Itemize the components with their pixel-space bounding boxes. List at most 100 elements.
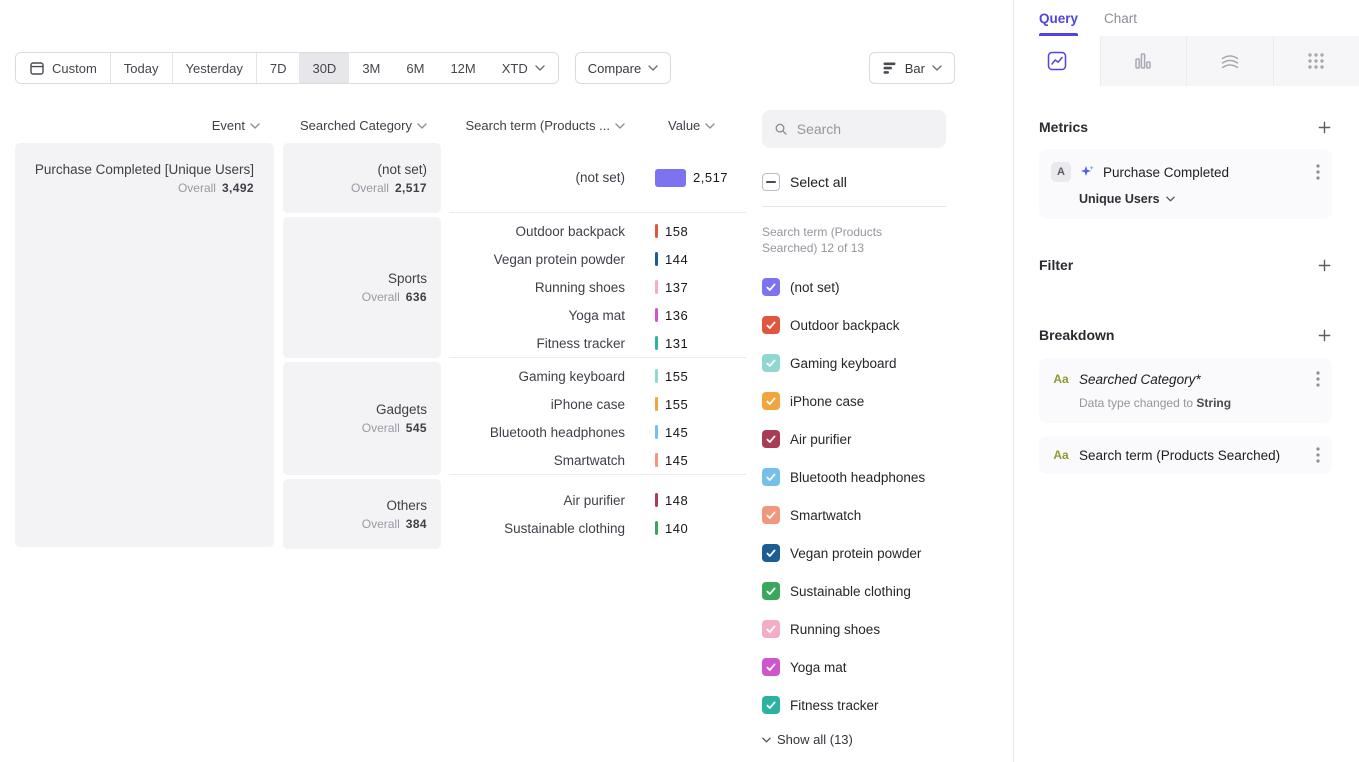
value-bar: [655, 369, 658, 383]
range-3m-button[interactable]: 3M: [349, 53, 393, 83]
chart-type-button[interactable]: Bar: [869, 52, 955, 84]
view-tab-line-chart[interactable]: [1014, 36, 1100, 86]
term-rows: (not set)2,517: [449, 143, 746, 213]
select-all-checkbox[interactable]: [762, 173, 780, 191]
series-checkbox[interactable]: [762, 658, 780, 676]
bar-area: 2,517: [640, 169, 746, 187]
tab-query[interactable]: Query: [1039, 0, 1078, 36]
category-cell[interactable]: (not set)Overall2,517: [283, 143, 441, 213]
value-label: 155: [665, 369, 688, 384]
term-row[interactable]: Running shoes137: [449, 273, 746, 301]
breakdown-card[interactable]: AaSearched Category*Data type changed to…: [1039, 358, 1332, 423]
series-filter-item[interactable]: Outdoor backpack: [762, 306, 1013, 344]
column-header-term[interactable]: Search term (Products ...: [449, 118, 640, 133]
series-filter-item[interactable]: Bluetooth headphones: [762, 458, 1013, 496]
tab-chart[interactable]: Chart: [1104, 0, 1137, 36]
series-filter-item[interactable]: Gaming keyboard: [762, 344, 1013, 382]
term-row[interactable]: Yoga mat136: [449, 301, 746, 329]
range-today-button[interactable]: Today: [111, 53, 173, 83]
indeterminate-dash-icon: [766, 181, 776, 183]
metric-card[interactable]: A Purchase Completed Unique Users: [1039, 149, 1332, 219]
check-icon: [765, 319, 777, 331]
category-cell[interactable]: GadgetsOverall545: [283, 362, 441, 475]
term-row[interactable]: iPhone case155: [449, 390, 746, 418]
series-filter-item[interactable]: iPhone case: [762, 382, 1013, 420]
custom-range-button[interactable]: Custom: [16, 53, 111, 83]
value-bar: [655, 169, 686, 187]
value-label: 148: [665, 493, 688, 508]
series-checkbox[interactable]: [762, 696, 780, 714]
term-row[interactable]: Sustainable clothing140: [449, 514, 746, 542]
event-cell[interactable]: Purchase Completed [Unique Users] Overal…: [15, 143, 274, 547]
term-row[interactable]: Vegan protein powder144: [449, 245, 746, 273]
bar-area: 148: [640, 493, 746, 508]
bar-area: 144: [640, 252, 746, 267]
term-row[interactable]: Gaming keyboard155: [449, 362, 746, 390]
add-breakdown-button[interactable]: [1317, 328, 1332, 343]
series-checkbox[interactable]: [762, 392, 780, 410]
series-filter-item[interactable]: Sustainable clothing: [762, 572, 1013, 610]
search-input[interactable]: [797, 121, 934, 137]
series-checkbox[interactable]: [762, 506, 780, 524]
category-cell[interactable]: OthersOverall384: [283, 479, 441, 549]
show-all-button[interactable]: Show all (13): [762, 732, 1013, 747]
column-header-event[interactable]: Event: [15, 118, 274, 133]
compare-button[interactable]: Compare: [575, 52, 671, 84]
series-filter-item[interactable]: Yoga mat: [762, 648, 1013, 686]
range-7d-button[interactable]: 7D: [257, 53, 300, 83]
series-checkbox[interactable]: [762, 582, 780, 600]
range-30d-button[interactable]: 30D: [299, 53, 349, 83]
series-filter-item[interactable]: Fitness tracker: [762, 686, 1013, 724]
series-checkbox[interactable]: [762, 278, 780, 296]
range-12m-button[interactable]: 12M: [437, 53, 488, 83]
add-filter-button[interactable]: [1317, 258, 1332, 273]
view-tab-bar-chart[interactable]: [1100, 36, 1187, 86]
kebab-menu-icon[interactable]: [1316, 371, 1320, 387]
term-row[interactable]: Fitness tracker131: [449, 329, 746, 357]
term-row[interactable]: Bluetooth headphones145: [449, 418, 746, 446]
series-checkbox[interactable]: [762, 430, 780, 448]
range-xtd-button[interactable]: XTD: [489, 53, 558, 83]
term-row[interactable]: Air purifier148: [449, 486, 746, 514]
view-tab-stacked-chart[interactable]: [1186, 36, 1273, 86]
column-header-category[interactable]: Searched Category: [283, 118, 441, 133]
aggregation-selector[interactable]: Unique Users: [1079, 192, 1320, 206]
series-checkbox[interactable]: [762, 316, 780, 334]
overall-value: 2,517: [395, 181, 427, 195]
term-row[interactable]: Outdoor backpack158: [449, 217, 746, 245]
term-rows: Air purifier148Sustainable clothing140: [449, 479, 746, 549]
event-name: Purchase Completed [Unique Users]: [35, 162, 254, 177]
value-bar: [655, 493, 658, 507]
series-filter-item[interactable]: (not set): [762, 268, 1013, 306]
overall-value: 384: [406, 517, 427, 531]
range-yesterday-button[interactable]: Yesterday: [173, 53, 257, 83]
series-checkbox[interactable]: [762, 468, 780, 486]
chevron-down-icon: [762, 737, 771, 743]
select-all[interactable]: Select all: [762, 173, 1013, 191]
category-cell[interactable]: SportsOverall636: [283, 217, 441, 358]
value-bar: [655, 280, 658, 294]
query-panel: Query Chart Metrics A: [1013, 0, 1359, 762]
add-metric-button[interactable]: [1317, 120, 1332, 135]
term-row[interactable]: Smartwatch145: [449, 446, 746, 474]
term-row[interactable]: (not set)2,517: [449, 164, 746, 192]
series-filter-item[interactable]: Smartwatch: [762, 496, 1013, 534]
category-group: GadgetsOverall545 Gaming keyboard155iPhon…: [283, 362, 758, 475]
series-filter-item[interactable]: Air purifier: [762, 420, 1013, 458]
series-filter-item[interactable]: Vegan protein powder: [762, 534, 1013, 572]
breakdown-card[interactable]: AaSearch term (Products Searched): [1039, 436, 1332, 474]
metrics-heading: Metrics: [1039, 119, 1088, 135]
bar-area: 137: [640, 280, 746, 295]
kebab-menu-icon[interactable]: [1316, 447, 1320, 463]
series-filter-item[interactable]: Running shoes: [762, 610, 1013, 648]
series-checkbox[interactable]: [762, 354, 780, 372]
search-box[interactable]: [762, 110, 946, 148]
range-6m-button[interactable]: 6M: [393, 53, 437, 83]
column-header-value[interactable]: Value: [640, 118, 746, 133]
view-tab-grid[interactable]: [1273, 36, 1359, 86]
kebab-menu-icon[interactable]: [1316, 164, 1320, 180]
series-checkbox[interactable]: [762, 544, 780, 562]
range-label: 6M: [406, 61, 424, 76]
series-checkbox[interactable]: [762, 620, 780, 638]
filter-heading: Filter: [1039, 257, 1073, 273]
